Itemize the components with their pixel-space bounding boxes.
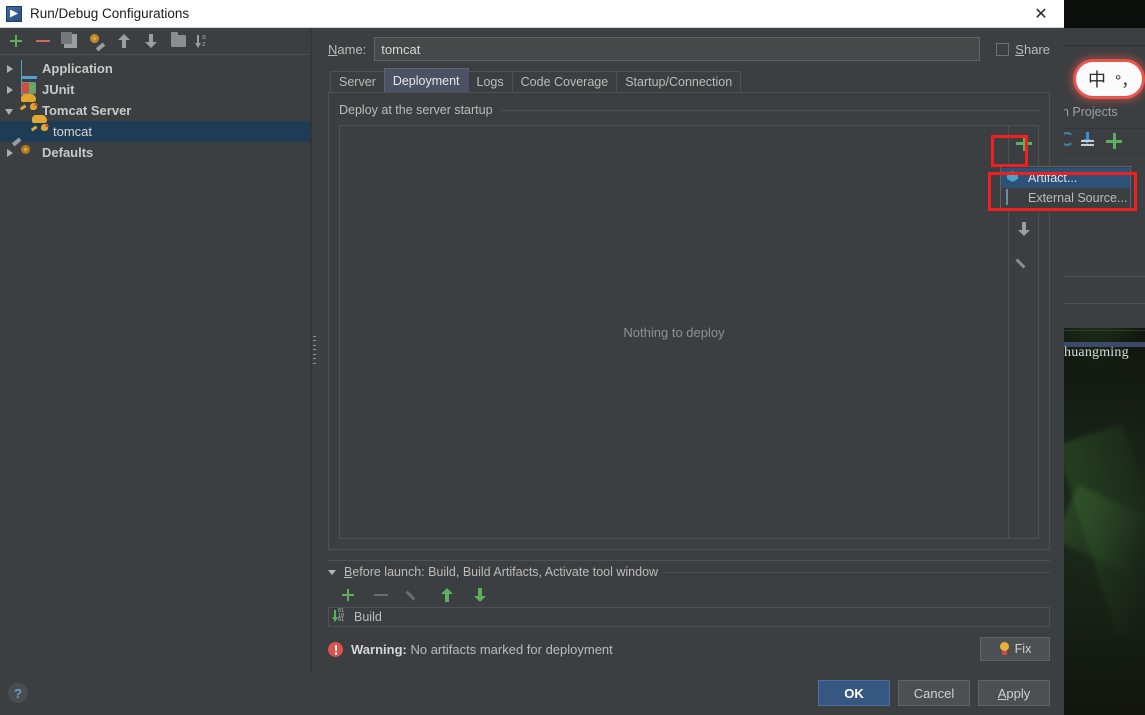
popup-menu[interactable]: Artifact... External Source... [1000,166,1131,210]
task-move-up-button[interactable] [435,584,459,606]
maven-download-sources-icon[interactable] [1080,132,1095,147]
apply-button[interactable]: Apply [978,680,1050,706]
deployment-tab-content: Deploy at the server startup Nothing to … [328,92,1050,550]
add-task-button[interactable] [336,584,360,606]
menu-item-external-source[interactable]: External Source... [1001,188,1130,208]
divider [664,571,1050,573]
add-configuration-button[interactable] [4,30,28,52]
menu-item-label: Artifact... [1028,171,1078,185]
dialog-body: az Application JUnit Tomcat Server tomca… [0,28,1064,671]
intellij-idea-icon [6,5,22,22]
before-launch-header[interactable]: Before launch: Build, Build Artifacts, A… [328,561,1050,583]
deploy-group-header: Deploy at the server startup [339,101,1039,119]
external-source-icon [1006,189,1022,206]
edit-defaults-button[interactable] [85,30,109,52]
tab-startup-connection[interactable]: Startup/Connection [616,71,742,92]
add-deployment-button[interactable] [1013,132,1035,154]
username-watermark: huangming [1064,345,1129,360]
background-ide-toolbar [1060,28,1145,46]
maven-add-icon[interactable] [1105,132,1123,150]
fix-button[interactable]: Fix [980,637,1050,661]
maven-projects-label: n Projects [1062,105,1118,119]
gear-wrench-icon [21,145,37,161]
before-launch-toolbar [328,583,1050,607]
task-label: Build [354,610,382,624]
move-down-button[interactable] [139,30,163,52]
chevron-down-icon[interactable] [328,567,338,577]
screen-root: n Projects e Plugins Dependenc huangming… [0,0,1145,715]
ime-mode-icon[interactable]: 中 [1088,66,1106,92]
tree-item-tomcat[interactable]: tomcat [0,114,310,142]
remove-configuration-button[interactable] [31,30,55,52]
tab-server[interactable]: Server [330,71,385,92]
dialog-footer: ? OK Cancel Apply [0,671,1064,715]
remove-task-button [369,584,393,606]
create-folder-button[interactable] [166,30,190,52]
dialog-titlebar: Run/Debug Configurations ✕ [0,0,1064,28]
move-up-button[interactable] [112,30,136,52]
tab-logs[interactable]: Logs [467,71,513,92]
sort-configurations-button[interactable]: az [193,30,217,52]
dialog-title: Run/Debug Configurations [30,6,190,21]
menu-item-artifact[interactable]: Artifact... [1001,168,1130,188]
cancel-button[interactable]: Cancel [898,680,970,706]
configurations-panel: az Application JUnit Tomcat Server tomca… [0,28,311,671]
ime-punctuation-icon[interactable]: °， [1115,67,1137,91]
tree-item-label: JUnit [42,82,75,97]
name-row: Name: Share [328,28,1050,70]
share-checkbox-group[interactable]: Share [996,42,1050,57]
help-button[interactable]: ? [8,683,28,703]
tree-item-label: Application [42,61,113,76]
tab-code-coverage[interactable]: Code Coverage [511,71,618,92]
configuration-editor-panel: Name: Share Server Deployment Logs Code … [316,28,1064,671]
chevron-right-icon[interactable] [4,147,16,159]
configuration-tabs[interactable]: Server Deployment Logs Code Coverage Sta… [328,68,1050,92]
run-debug-configurations-dialog: Run/Debug Configurations ✕ az Applicatio… [0,0,1064,715]
share-label: Share [1015,41,1050,57]
name-label: Name: [328,41,367,57]
ime-indicator[interactable]: 中 °， [1073,59,1145,99]
move-down-deployment-button[interactable] [1013,218,1035,240]
deployment-area: Nothing to deploy [339,125,1039,539]
application-icon [21,59,37,95]
tree-item-label: tomcat [53,124,93,139]
build-icon: 01 10 01 [331,609,349,625]
before-launch-title: Before launch: Build, Build Artifacts, A… [344,565,659,579]
chevron-down-icon[interactable] [4,105,16,117]
chevron-right-icon[interactable] [4,84,16,96]
tree-item-label: Defaults [42,145,94,160]
deploy-group-title: Deploy at the server startup [339,103,493,117]
tomcat-icon [30,114,49,140]
tree-item-junit[interactable]: JUnit [0,79,310,100]
menu-item-label: External Source... [1028,191,1128,205]
edit-deployment-button[interactable] [1013,252,1035,274]
chevron-right-icon[interactable] [4,63,16,75]
configurations-toolbar: az [0,28,311,54]
configurations-tree[interactable]: Application JUnit Tomcat Server tomcat D… [0,54,311,671]
share-checkbox[interactable] [996,42,1010,56]
deployment-list[interactable]: Nothing to deploy [339,125,1009,539]
divider [500,109,1039,111]
tree-item-application[interactable]: Application [0,58,310,95]
name-input[interactable] [374,37,981,61]
tab-deployment[interactable]: Deployment [383,68,469,92]
edit-task-button [402,584,426,606]
fix-button-label: Fix [1014,642,1032,656]
empty-state-text: Nothing to deploy [623,324,725,340]
close-icon[interactable]: ✕ [1018,0,1064,28]
tree-item-defaults[interactable]: Defaults [0,142,310,163]
artifact-icon [1006,170,1022,186]
error-circle-icon [328,641,343,657]
warning-row: Warning: No artifacts marked for deploym… [328,627,1050,671]
copy-configuration-button[interactable] [58,30,82,52]
warning-text: Warning: No artifacts marked for deploym… [351,641,613,657]
ok-button[interactable]: OK [818,680,890,706]
tree-item-label: Tomcat Server [42,103,132,118]
before-launch-task-list[interactable]: 01 10 01 Build [328,607,1050,627]
lightbulb-icon [999,642,1010,656]
task-move-down-button[interactable] [468,584,492,606]
